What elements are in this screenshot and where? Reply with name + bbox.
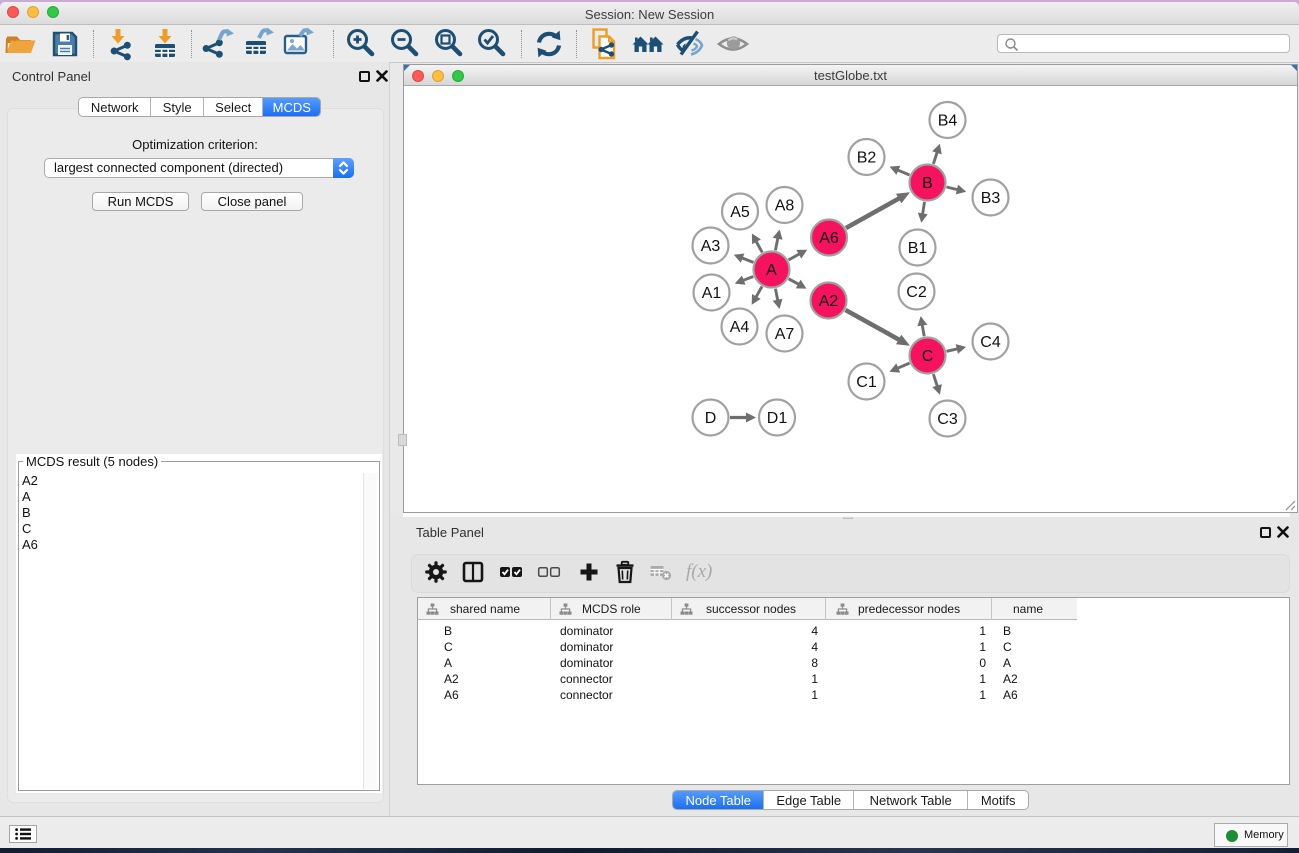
svg-text:C1: C1 [856,374,877,391]
svg-text:A5: A5 [730,204,750,221]
svg-text:B3: B3 [981,190,1001,207]
svg-text:A8: A8 [775,198,795,215]
svg-text:C: C [922,348,934,365]
svg-text:A2: A2 [819,293,839,310]
svg-text:C2: C2 [906,284,927,301]
svg-text:B: B [922,175,933,192]
svg-text:B2: B2 [857,150,877,167]
svg-text:A6: A6 [819,230,839,247]
svg-text:A: A [766,262,777,279]
svg-text:A4: A4 [730,319,750,336]
svg-text:D1: D1 [767,410,788,427]
svg-text:B4: B4 [938,113,958,130]
svg-text:D: D [705,410,717,427]
svg-text:C4: C4 [980,334,1001,351]
svg-text:A3: A3 [701,238,721,255]
svg-text:A7: A7 [775,326,795,343]
svg-text:C3: C3 [937,411,958,428]
svg-text:B1: B1 [908,240,928,257]
svg-text:A1: A1 [702,285,722,302]
